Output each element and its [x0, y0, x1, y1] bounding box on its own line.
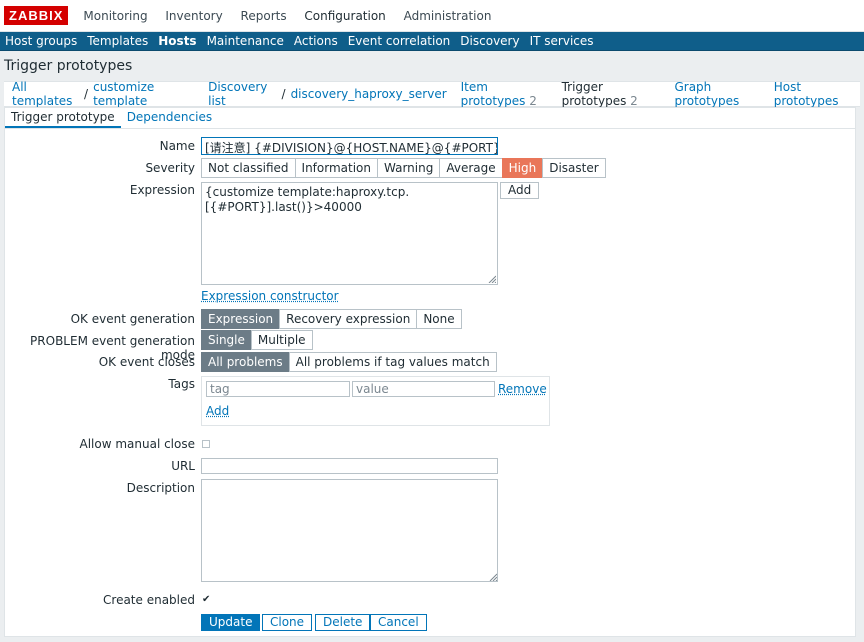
resize-handle-icon[interactable] [489, 573, 497, 581]
menu-reports[interactable]: Reports [241, 9, 287, 23]
breadcrumb-host-prototypes[interactable]: Host prototypes [769, 80, 860, 108]
breadcrumb: All templates / customize template Disco… [4, 80, 860, 108]
menu-inventory[interactable]: Inventory [165, 9, 222, 23]
tag-name-input[interactable]: tag [206, 381, 350, 397]
submenu-actions[interactable]: Actions [289, 34, 343, 48]
severity-label: Severity [145, 161, 195, 175]
tag-remove-link[interactable]: Remove [498, 382, 547, 396]
breadcrumb-discovery-rule[interactable]: discovery_haproxy_server [286, 87, 452, 101]
expression-textarea[interactable]: {customize template:haproxy.tcp. [{#PORT… [201, 182, 498, 285]
menu-administration[interactable]: Administration [404, 9, 492, 23]
tag-value-input[interactable]: value [352, 381, 495, 397]
severity-average[interactable]: Average [439, 158, 503, 178]
ok-event-none[interactable]: None [416, 309, 462, 329]
ok-event-closes-label: OK event closes [98, 355, 195, 369]
expression-constructor-link[interactable]: Expression constructor [201, 289, 339, 303]
problem-mode-single[interactable]: Single [201, 330, 252, 350]
tab-trigger-prototype[interactable]: Trigger prototype [5, 108, 121, 128]
cancel-button[interactable]: Cancel [370, 614, 427, 631]
ok-event-generation-selector: Expression Recovery expression None [201, 309, 462, 329]
severity-warning[interactable]: Warning [377, 158, 441, 178]
page-title: Trigger prototypes [0, 51, 864, 81]
submenu-event-correlation[interactable]: Event correlation [343, 34, 456, 48]
submenu-it-services[interactable]: IT services [525, 34, 599, 48]
breadcrumb-item-prototypes-label: Item prototypes [460, 80, 526, 108]
delete-button[interactable]: Delete [315, 614, 371, 631]
top-navigation: ZABBIX Monitoring Inventory Reports Conf… [0, 0, 864, 32]
severity-selector: Not classified Information Warning Avera… [201, 158, 606, 178]
url-input[interactable] [201, 458, 498, 474]
submenu-maintenance[interactable]: Maintenance [202, 34, 289, 48]
problem-mode-multiple[interactable]: Multiple [250, 330, 313, 350]
top-menu: Monitoring Inventory Reports Configurati… [76, 9, 498, 23]
breadcrumb-item-prototypes[interactable]: Item prototypes 2 [456, 80, 557, 108]
url-label: URL [171, 459, 195, 473]
submenu-discovery[interactable]: Discovery [455, 34, 524, 48]
problem-mode-selector: Single Multiple [201, 330, 313, 350]
clone-button[interactable]: Clone [262, 614, 313, 631]
breadcrumb-trigger-prototypes-label: Trigger prototypes [561, 80, 627, 108]
description-textarea[interactable] [201, 479, 498, 582]
expression-line: {customize template:haproxy.tcp. [205, 185, 410, 199]
submenu-hosts[interactable]: Hosts [153, 34, 201, 48]
tab-dependencies[interactable]: Dependencies [121, 108, 218, 128]
severity-information[interactable]: Information [294, 158, 378, 178]
zabbix-logo[interactable]: ZABBIX [4, 6, 69, 25]
breadcrumb-all-templates[interactable]: All templates [7, 80, 84, 108]
severity-disaster[interactable]: Disaster [542, 158, 606, 178]
trigger-form-panel: Trigger prototype Dependencies Name [请注意… [4, 107, 856, 637]
ok-event-generation-label: OK event generation [70, 312, 195, 326]
submenu-templates[interactable]: Templates [82, 34, 153, 48]
ok-event-expression[interactable]: Expression [201, 309, 281, 329]
create-enabled-checkbox[interactable]: ✔ [202, 595, 210, 605]
create-enabled-label: Create enabled [103, 593, 195, 607]
expression-add-button[interactable]: Add [500, 182, 540, 199]
name-input[interactable]: [请注意] {#DIVISION}@{HOST.NAME}@{#PORT} TC… [201, 137, 498, 155]
breadcrumb-graph-prototypes[interactable]: Graph prototypes [669, 80, 768, 108]
breadcrumb-template[interactable]: customize template [88, 80, 199, 108]
ok-closes-tag-match[interactable]: All problems if tag values match [288, 352, 497, 372]
name-label: Name [159, 139, 195, 153]
submenu-host-groups[interactable]: Host groups [0, 34, 82, 48]
ok-event-recovery-expression[interactable]: Recovery expression [279, 309, 418, 329]
allow-manual-close-label: Allow manual close [79, 437, 195, 451]
trigger-prototypes-count: 2 [630, 94, 638, 108]
expression-label: Expression [129, 183, 195, 197]
form-tabs: Trigger prototype Dependencies [5, 108, 855, 129]
allow-manual-close-checkbox[interactable] [202, 440, 210, 448]
ok-closes-all-problems[interactable]: All problems [201, 352, 290, 372]
resize-handle-icon[interactable] [488, 275, 496, 283]
item-prototypes-count: 2 [529, 94, 537, 108]
breadcrumb-discovery-list[interactable]: Discovery list [203, 80, 281, 108]
tags-table: tag value Remove Add [201, 376, 550, 426]
severity-high[interactable]: High [501, 158, 544, 178]
description-label: Description [126, 481, 195, 495]
severity-not-classified[interactable]: Not classified [201, 158, 296, 178]
tag-add-link[interactable]: Add [206, 404, 229, 418]
ok-event-closes-selector: All problems All problems if tag values … [201, 352, 497, 372]
update-button[interactable]: Update [201, 614, 261, 631]
menu-configuration[interactable]: Configuration [304, 9, 385, 23]
expression-line: [{#PORT}].last()}>40000 [205, 200, 362, 214]
breadcrumb-trigger-prototypes[interactable]: Trigger prototypes 2 [557, 80, 670, 108]
sub-navigation: Host groups Templates Hosts Maintenance … [0, 32, 864, 51]
menu-monitoring[interactable]: Monitoring [83, 9, 147, 23]
tags-label: Tags [168, 377, 195, 391]
